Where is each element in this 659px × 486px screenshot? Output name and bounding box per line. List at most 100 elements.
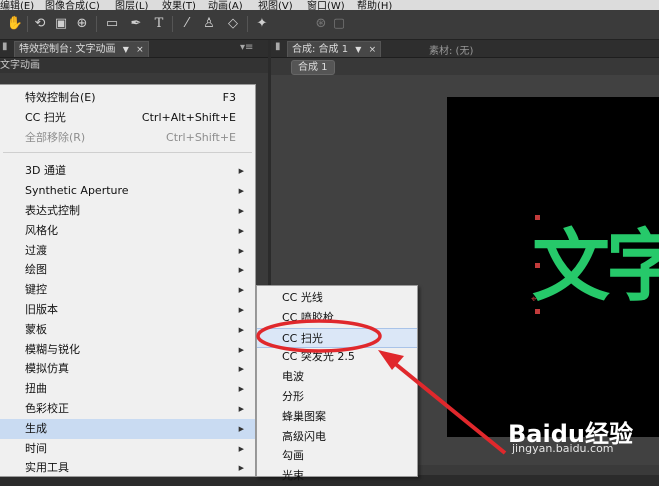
menu-item-label: 生成 — [25, 421, 47, 435]
submenu-item-label: 蜂巢图案 — [282, 409, 326, 423]
menubar-item[interactable]: 编辑(E) — [0, 0, 34, 10]
anchor-point-icon[interactable]: ⌖ — [531, 294, 537, 305]
hand-tool-icon[interactable]: ✋ — [6, 16, 24, 32]
menu-item-label: 旧版本 — [25, 303, 58, 316]
submenu-item-label: 勾画 — [282, 449, 304, 463]
pan-behind-tool-icon[interactable]: ⊕ — [73, 16, 91, 32]
menu-item[interactable]: CC 扫光 Ctrl+Alt+Shift+E — [0, 108, 255, 128]
submenu-item[interactable]: CC 喷胶枪 — [257, 308, 417, 328]
menu-item[interactable]: 特效控制台(E) F3 — [0, 88, 255, 108]
menu-item[interactable]: 旧版本 ▶ — [0, 300, 255, 320]
composition-viewer[interactable]: 文字 ⌖ — [447, 97, 659, 437]
chevron-down-icon[interactable]: ▼ — [355, 45, 361, 54]
submenu-item[interactable]: 分形 — [257, 387, 417, 407]
lock-icon[interactable]: ▮ — [2, 41, 8, 52]
menu-item[interactable]: 风格化 ▶ — [0, 221, 255, 241]
submenu-arrow-icon: ▶ — [238, 246, 244, 255]
submenu-item-label: 高级闪电 — [282, 429, 326, 443]
menu-item[interactable]: 模糊与锐化 ▶ — [0, 340, 255, 360]
submenu-item-label: CC 喷胶枪 — [282, 310, 334, 324]
watermark-url: jingyan.baidu.com — [512, 442, 614, 455]
comp-subtab[interactable]: 合成 1 — [291, 60, 335, 75]
menu-item-label: 风格化 — [25, 223, 58, 237]
menu-item-label: 全部移除(R) — [25, 130, 86, 144]
submenu-arrow-icon: ▶ — [238, 306, 244, 314]
tools-toolbar: ✋ ⟲ ▣ ⊕ ▭ ✒ T ⁄ ♙ ◇ ✦ ⊛ ▢ — [0, 10, 659, 40]
menu-item[interactable]: 生成 ▶ — [0, 418, 255, 439]
menu-item[interactable]: 绘图 ▶ — [0, 260, 255, 280]
submenu-item[interactable]: CC 突发光 2.5 — [257, 347, 417, 367]
submenu-arrow-icon: ▶ — [238, 365, 244, 374]
layer-name-label: 文字动画 — [0, 60, 40, 71]
eraser-tool-icon[interactable]: ◇ — [224, 16, 242, 32]
tab-footage-label[interactable]: 素材: (无) — [429, 42, 473, 57]
camera-tool-icon[interactable]: ▣ — [52, 16, 70, 32]
layer-handle[interactable] — [535, 309, 540, 314]
menu-item-label: 模拟仿真 — [25, 362, 69, 376]
menu-item[interactable]: 3D 通道 ▶ — [0, 161, 255, 181]
menu-item[interactable]: Synthetic Aperture ▶ — [0, 181, 255, 201]
menu-item-label: 蒙板 — [25, 322, 47, 336]
clone-stamp-tool-icon[interactable]: ♙ — [200, 16, 218, 32]
menubar-item[interactable]: 动画(A) — [208, 0, 243, 10]
menu-item[interactable]: 模拟仿真 ▶ — [0, 359, 255, 379]
panel-tab-bar: ▮ 特效控制台: 文字动画 ▼ × ▾≡ — [0, 40, 268, 58]
tab-composition-label: 合成: 合成 1 — [292, 44, 349, 55]
menubar-item[interactable]: 窗口(W) — [307, 0, 345, 10]
menu-item[interactable]: 时间 ▶ — [0, 439, 255, 459]
menu-item[interactable]: 键控 ▶ — [0, 280, 255, 300]
menu-item-shortcut: Ctrl+Alt+Shift+E — [141, 110, 236, 124]
menu-item[interactable]: 实用工具 ▶ — [0, 458, 255, 478]
menu-item[interactable]: 表达式控制 ▶ — [0, 201, 255, 221]
layer-name-header: 文字动画 — [0, 58, 268, 73]
menu-item-label: 时间 — [25, 441, 47, 455]
submenu-item[interactable]: 高级闪电 — [257, 427, 417, 447]
brush-tool-icon[interactable]: ⁄ — [178, 16, 196, 32]
lock-icon[interactable]: ▮ — [275, 41, 281, 52]
menu-item-label: 键控 — [25, 283, 47, 297]
submenu-arrow-icon: ▶ — [238, 286, 244, 295]
menu-item[interactable]: 蒙板 ▶ — [0, 320, 255, 340]
submenu-item-label: CC 扫光 — [282, 331, 323, 345]
submenu-item-label: 光束 — [282, 469, 304, 483]
menubar-item[interactable]: 效果(T) — [162, 0, 196, 10]
submenu-item[interactable]: 勾画 — [257, 446, 417, 466]
rectangle-tool-icon[interactable]: ▭ — [103, 16, 121, 32]
menubar-item[interactable]: 视图(V) — [258, 0, 293, 10]
menu-item[interactable]: 色彩校正 ▶ — [0, 399, 255, 419]
submenu-item[interactable]: CC 光线 — [257, 288, 417, 308]
menubar-item[interactable]: 图像合成(C) — [45, 0, 100, 10]
menubar-item[interactable]: 图层(L) — [115, 0, 148, 10]
close-icon[interactable]: × — [369, 45, 377, 55]
viewer-controls-bar — [410, 465, 659, 475]
layer-handle[interactable] — [535, 263, 540, 268]
tab-effect-controls-label: 特效控制台: 文字动画 — [19, 44, 116, 55]
puppet-pin-tool-icon[interactable]: ✦ — [253, 16, 271, 32]
axis-mode-icon[interactable]: ⊛ — [312, 16, 330, 32]
viewer-text-layer[interactable]: 文字 — [532, 204, 659, 316]
menu-item[interactable]: 过渡 ▶ — [0, 241, 255, 261]
submenu-item[interactable]: 蜂巢图案 — [257, 407, 417, 427]
toolbar-divider — [172, 16, 173, 32]
submenu-item[interactable]: 光束 — [257, 466, 417, 486]
rotate-tool-icon[interactable]: ⟲ — [31, 16, 49, 32]
submenu-arrow-icon: ▶ — [238, 325, 244, 334]
chevron-down-icon[interactable]: ▼ — [123, 45, 129, 54]
menu-bar: 编辑(E) 图像合成(C) 图层(L) 效果(T) 动画(A) 视图(V) 窗口(W) 帮助(… — [0, 0, 659, 10]
menu-item[interactable]: 扭曲 ▶ — [0, 379, 255, 399]
submenu-item[interactable]: 电波 — [257, 367, 417, 387]
close-icon[interactable]: × — [136, 45, 144, 55]
effect-context-menu: 特效控制台(E) F3 CC 扫光 Ctrl+Alt+Shift+E 全部移除(R) Ct… — [0, 84, 256, 477]
submenu-arrow-icon: ▶ — [238, 385, 244, 394]
panel-menu-icon[interactable]: ▾≡ — [240, 42, 253, 53]
layer-handle[interactable] — [535, 215, 540, 220]
pen-tool-icon[interactable]: ✒ — [127, 16, 145, 32]
tab-composition[interactable]: 合成: 合成 1 ▼ × — [287, 41, 382, 57]
submenu-item-label: 电波 — [282, 370, 304, 384]
tab-effect-controls[interactable]: 特效控制台: 文字动画 ▼ × — [14, 41, 149, 57]
menubar-item[interactable]: 帮助(H) — [357, 0, 392, 10]
submenu-item[interactable]: CC 扫光 — [257, 327, 417, 348]
world-axis-icon[interactable]: ▢ — [330, 16, 348, 32]
type-tool-icon[interactable]: T — [150, 16, 168, 32]
menu-item-label: 3D 通道 — [25, 164, 66, 178]
